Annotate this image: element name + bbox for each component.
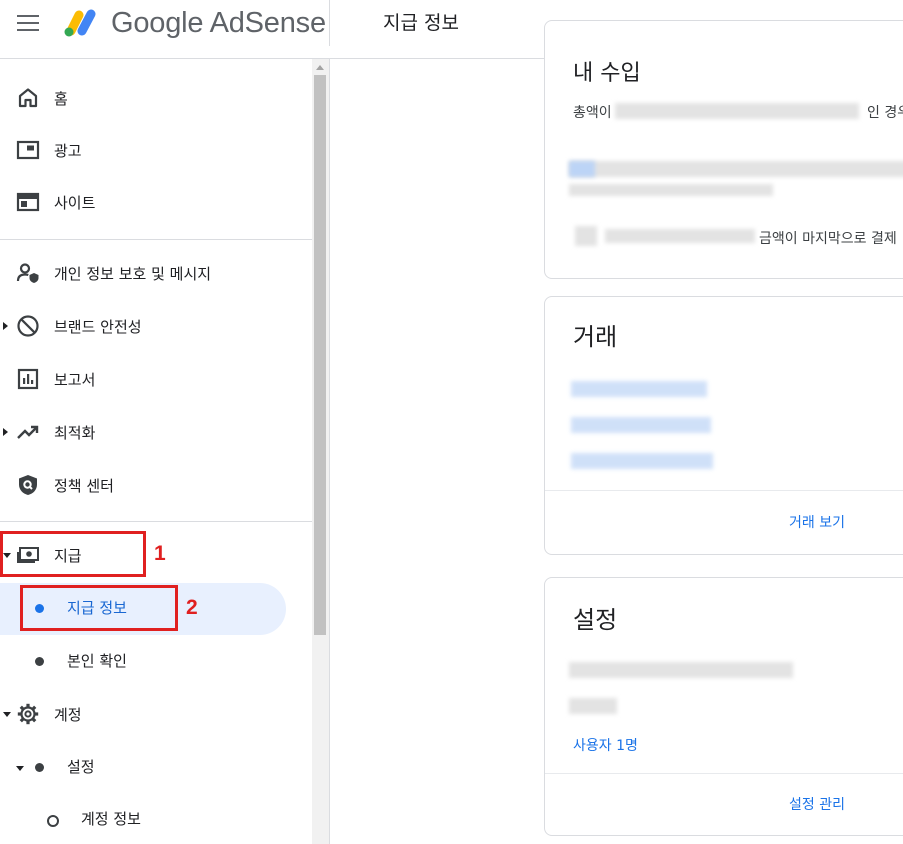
sidebar-item-label: 홈	[54, 90, 68, 108]
sidebar-nav: 홈 광고 사이트 개인 정보 보호 및 메시지 브랜드 안전성 보고서 최적화 …	[0, 59, 312, 844]
sidebar-subitem-account-info[interactable]: 계정 정보	[0, 794, 286, 844]
card-title: 거래	[573, 323, 618, 351]
annotation-number-2: 2	[186, 596, 198, 619]
card-divider	[545, 773, 903, 774]
redacted-text	[569, 184, 773, 196]
sidebar-subitem-label: 설정	[67, 758, 95, 776]
card-title: 내 수입	[573, 61, 641, 86]
scroll-up-arrow-icon[interactable]	[316, 65, 324, 70]
expand-caret-icon[interactable]	[3, 428, 8, 436]
redacted-transaction	[571, 417, 711, 433]
earnings-card: 내 수입 총액이 인 경우 금액이 마지막으로 결제	[544, 20, 903, 279]
sidebar-item-home[interactable]: 홈	[0, 74, 300, 122]
sidebar-item-account[interactable]: 계정	[0, 690, 300, 738]
app-name: Google AdSense	[111, 7, 326, 39]
sidebar-item-policy-center[interactable]: 정책 센터	[0, 461, 300, 509]
annotation-box-1	[0, 531, 146, 577]
sidebar-item-label: 개인 정보 보호 및 메시지	[54, 265, 212, 283]
redacted-icon	[575, 226, 597, 246]
annotation-number-1: 1	[154, 542, 166, 565]
collapse-caret-icon[interactable]	[16, 766, 24, 771]
reports-chart-icon	[16, 367, 40, 391]
settings-card: 설정 사용자 1명 설정 관리	[544, 577, 903, 836]
card-divider	[545, 490, 903, 491]
sidebar-item-reports[interactable]: 보고서	[0, 355, 300, 403]
earnings-line-suffix: 인 경우	[867, 105, 903, 121]
sidebar-subitem-label: 본인 확인	[67, 652, 127, 670]
adsense-logo-icon	[64, 9, 96, 37]
redacted-transaction	[571, 381, 707, 397]
home-icon	[16, 86, 40, 110]
page-title: 지급 정보	[383, 12, 459, 34]
sidebar-divider	[0, 239, 312, 240]
gear-icon	[16, 702, 40, 726]
sidebar-item-label: 계정	[54, 706, 82, 724]
redacted-text	[569, 698, 617, 714]
collapse-caret-icon[interactable]	[3, 712, 11, 717]
hamburger-menu-icon[interactable]	[17, 15, 39, 33]
sidebar-divider	[0, 521, 312, 522]
sidebar-item-ads[interactable]: 광고	[0, 126, 300, 174]
bullet-icon	[35, 657, 44, 666]
sidebar-item-privacy-messaging[interactable]: 개인 정보 보호 및 메시지	[0, 249, 300, 297]
users-link[interactable]: 사용자 1명	[573, 735, 638, 755]
header-divider	[329, 0, 330, 46]
sidebar-subitem-label: 계정 정보	[81, 810, 141, 828]
sidebar-scrollbar[interactable]	[312, 59, 329, 844]
sidebar-item-label: 보고서	[54, 371, 96, 389]
sidebar-item-optimization[interactable]: 최적화	[0, 408, 300, 456]
sidebar-item-sites[interactable]: 사이트	[0, 178, 300, 226]
earnings-line-prefix: 총액이	[573, 105, 612, 121]
ads-icon	[16, 138, 40, 162]
scrollbar-thumb[interactable]	[314, 75, 326, 635]
block-icon	[16, 314, 40, 338]
transactions-card: 거래 거래 보기	[544, 296, 903, 555]
sidebar-item-label: 브랜드 안전성	[54, 318, 142, 336]
sites-icon	[16, 190, 40, 214]
bullet-outline-icon	[47, 815, 59, 827]
sidebar-item-label: 최적화	[54, 424, 96, 442]
progress-bar-fill	[569, 161, 595, 177]
sidebar-item-label: 사이트	[54, 194, 96, 212]
expand-caret-icon[interactable]	[3, 322, 8, 330]
redacted-text	[569, 662, 793, 678]
content-divider	[329, 59, 330, 844]
trending-up-icon	[16, 420, 40, 444]
manage-settings-link[interactable]: 설정 관리	[789, 794, 845, 814]
bullet-icon	[35, 763, 44, 772]
redacted-text	[615, 103, 859, 119]
redacted-text	[605, 229, 755, 243]
privacy-user-shield-icon	[16, 261, 40, 285]
sidebar-subitem-identity-verification[interactable]: 본인 확인	[0, 636, 286, 688]
redacted-transaction	[571, 453, 713, 469]
sidebar-item-brand-safety[interactable]: 브랜드 안전성	[0, 302, 300, 350]
card-title: 설정	[573, 606, 618, 634]
sidebar-item-label: 정책 센터	[54, 477, 114, 495]
annotation-box-2	[20, 585, 178, 631]
sidebar-subitem-settings[interactable]: 설정	[0, 742, 286, 794]
sidebar-item-label: 광고	[54, 142, 82, 160]
policy-shield-icon	[16, 473, 40, 497]
earnings-last-payment-text: 금액이 마지막으로 결제	[759, 231, 897, 247]
view-transactions-link[interactable]: 거래 보기	[789, 512, 845, 532]
progress-bar-track	[569, 161, 903, 177]
